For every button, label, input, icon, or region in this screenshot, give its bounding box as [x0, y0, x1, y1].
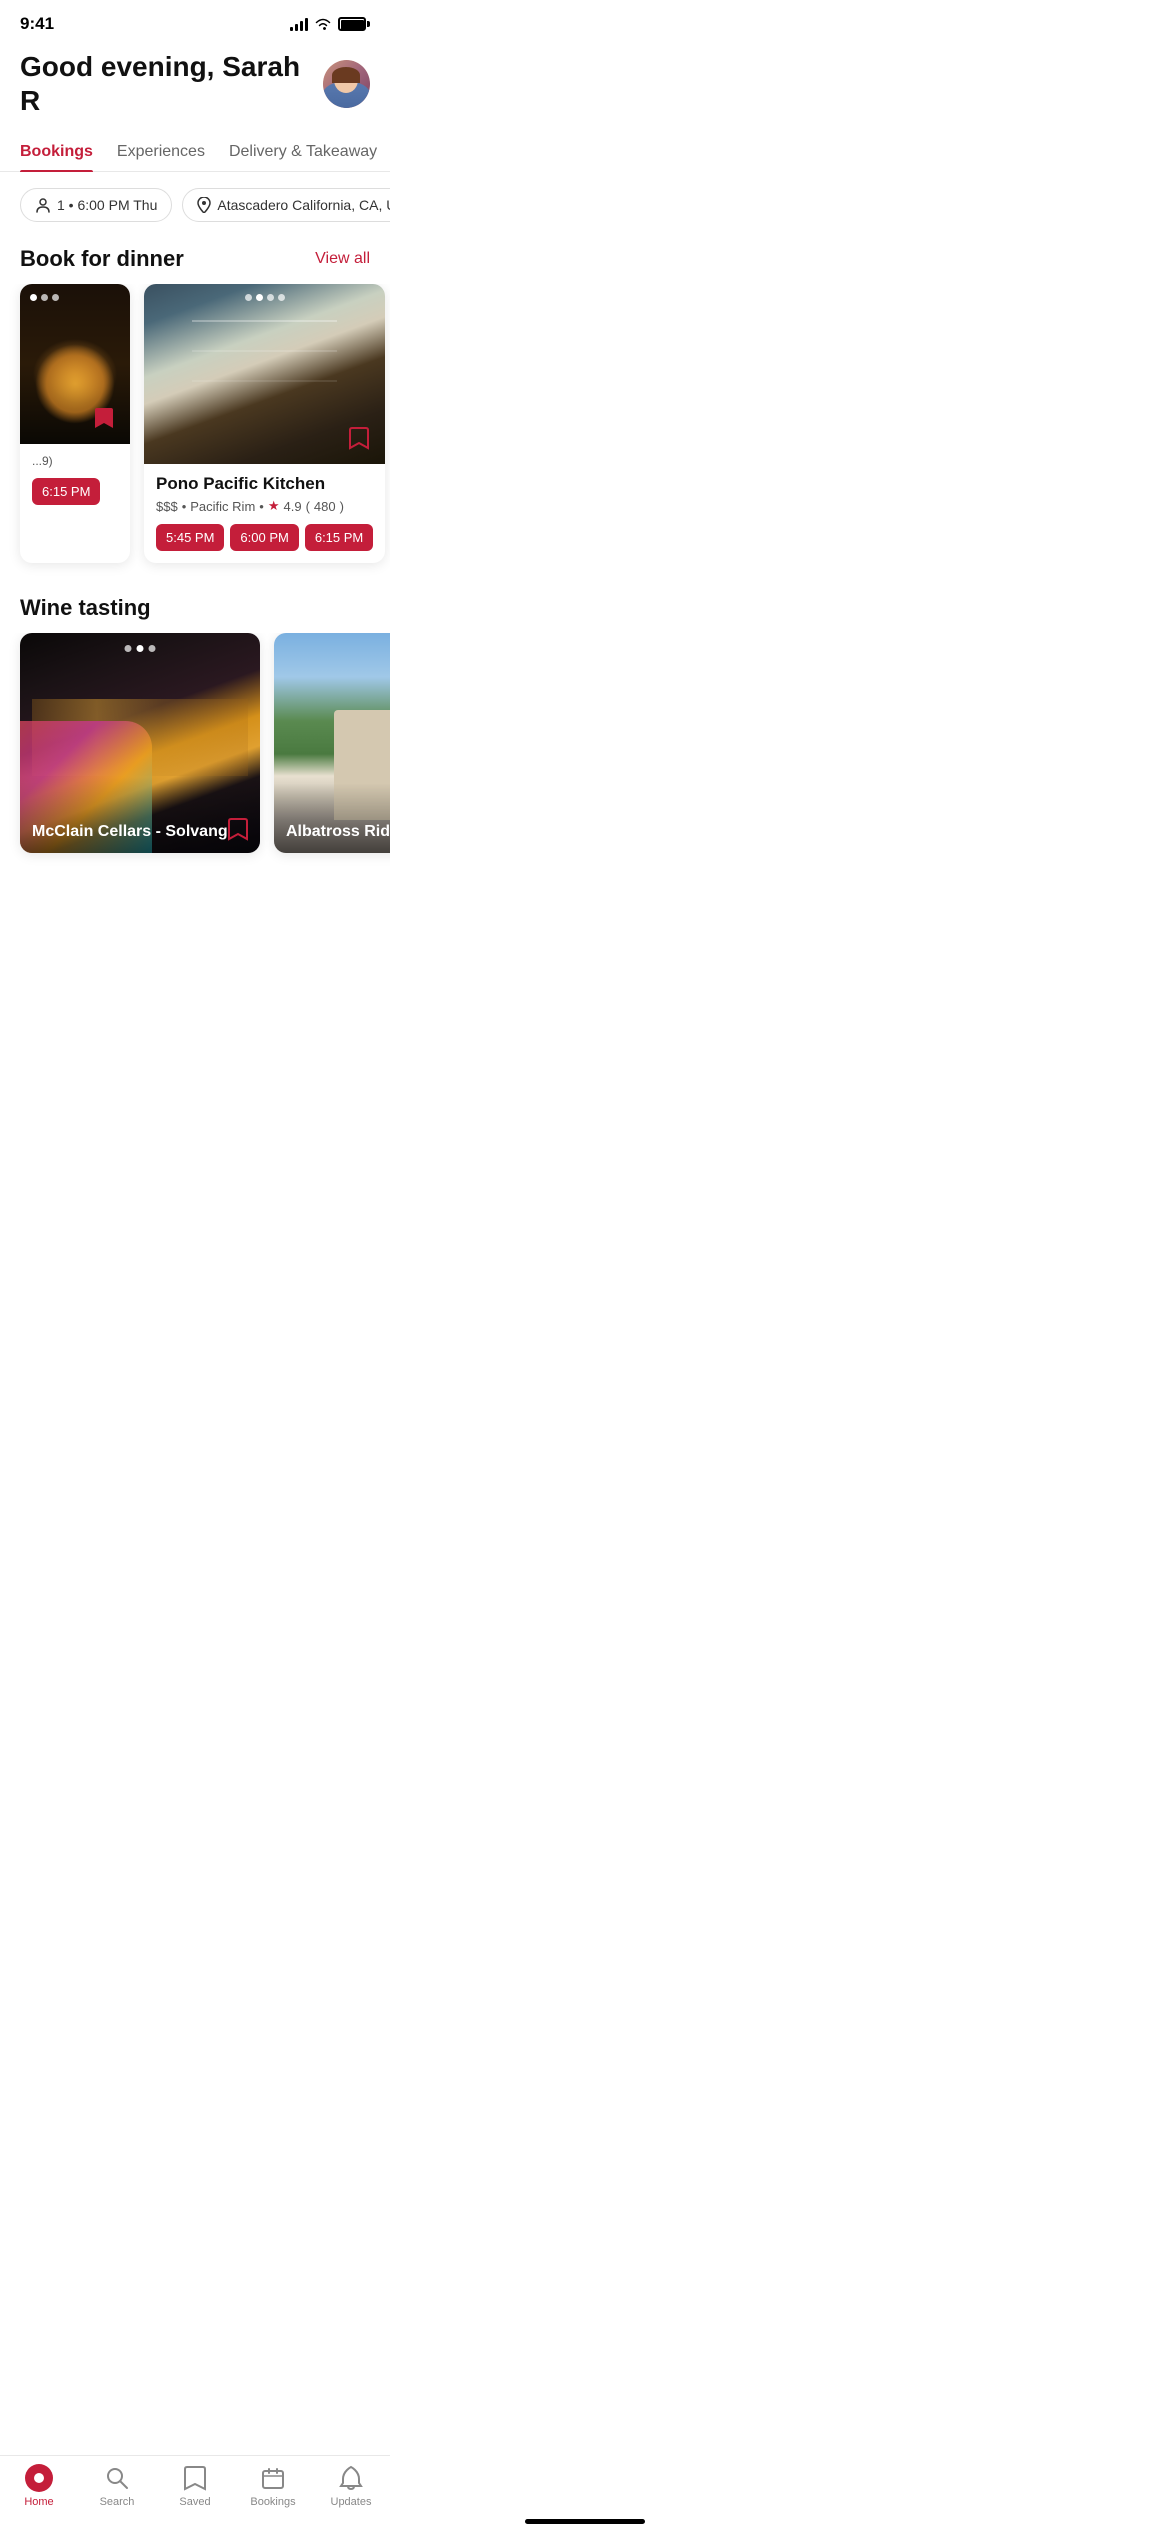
person-icon [35, 197, 51, 213]
nav-saved[interactable]: Saved [156, 2464, 234, 2508]
location-filter[interactable]: Atascadero California, CA, United St [182, 188, 390, 222]
avatar[interactable] [323, 60, 370, 108]
wifi-icon [314, 17, 332, 31]
wine-card-albatross[interactable]: Albatross Rid... [274, 633, 390, 853]
wine-card-label-albatross: Albatross Rid... [274, 783, 390, 853]
bookmark-button-pono[interactable] [343, 422, 375, 454]
home-indicator [525, 2519, 645, 2524]
tab-experiences[interactable]: Experiences [117, 133, 205, 171]
time-slot-600[interactable]: 6:00 PM [230, 524, 298, 551]
status-icons [290, 17, 370, 31]
card-dots-center [245, 294, 285, 301]
nav-bookings[interactable]: Bookings [234, 2464, 312, 2508]
signal-icon [290, 17, 308, 31]
time-slot-545[interactable]: 5:45 PM [156, 524, 224, 551]
wine-section: Wine tasting McClain Cellars - Solvang [0, 579, 390, 869]
wine-section-header: Wine tasting [0, 587, 390, 633]
status-time: 9:41 [20, 14, 54, 34]
nav-saved-label: Saved [179, 2496, 210, 2508]
nav-home[interactable]: Home [0, 2464, 78, 2508]
restaurant-card-pono[interactable]: Pono Pacific Kitchen $$$ • Pacific Rim •… [144, 284, 385, 563]
updates-icon [337, 2464, 365, 2492]
restaurant-card-partial-left[interactable]: ...9) 6:15 PM [20, 284, 130, 563]
filter-row: 1 • 6:00 PM Thu Atascadero California, C… [0, 172, 390, 238]
home-dot [25, 2464, 53, 2492]
nav-tabs: Bookings Experiences Delivery & Takeaway [0, 133, 390, 172]
dinner-section-title: Book for dinner [20, 246, 184, 272]
header: Good evening, Sarah R [0, 42, 390, 133]
card-name-pono: Pono Pacific Kitchen [156, 474, 373, 494]
search-icon [103, 2464, 131, 2492]
home-icon-container [25, 2464, 53, 2492]
card-meta-pono: $$$ • Pacific Rim • ★ 4.9 (480) [156, 498, 373, 514]
time-slots: 6:15 PM [32, 478, 118, 505]
greeting-text: Good evening, Sarah R [20, 50, 323, 117]
bottom-nav: Home Search Saved Bookings [0, 2455, 390, 2532]
pin-icon [197, 197, 211, 213]
wine-cards-scroll: McClain Cellars - Solvang Albatross Rid.… [0, 633, 390, 869]
party-filter[interactable]: 1 • 6:00 PM Thu [20, 188, 172, 222]
dinner-section-header: Book for dinner View all [0, 238, 390, 284]
wine-card-mcclain[interactable]: McClain Cellars - Solvang [20, 633, 260, 853]
status-bar: 9:41 [0, 0, 390, 42]
nav-search[interactable]: Search [78, 2464, 156, 2508]
bookings-icon [259, 2464, 287, 2492]
nav-updates-label: Updates [331, 2496, 372, 2508]
bookmark-mcclain[interactable] [228, 817, 248, 841]
card-dots [30, 294, 59, 301]
time-slots-pono: 5:45 PM 6:00 PM 6:15 PM [156, 524, 373, 551]
nav-home-label: Home [24, 2496, 53, 2508]
tab-bookings[interactable]: Bookings [20, 133, 93, 171]
wine-card-label-mcclain: McClain Cellars - Solvang [20, 777, 260, 853]
dinner-cards-scroll: ...9) 6:15 PM Pono Pacific Kitchen [0, 284, 390, 579]
nav-search-label: Search [100, 2496, 135, 2508]
nav-bookings-label: Bookings [250, 2496, 295, 2508]
card-meta: ...9) [32, 454, 118, 468]
battery-icon [338, 17, 370, 31]
time-slot[interactable]: 6:15 PM [32, 478, 100, 505]
dinner-view-all[interactable]: View all [315, 250, 370, 268]
nav-updates[interactable]: Updates [312, 2464, 390, 2508]
time-slot-615[interactable]: 6:15 PM [305, 524, 373, 551]
wine-section-title: Wine tasting [20, 595, 151, 621]
tab-delivery[interactable]: Delivery & Takeaway [229, 133, 377, 171]
wine-card-dots [125, 645, 156, 652]
bookmark-button[interactable] [88, 402, 120, 434]
saved-icon [181, 2464, 209, 2492]
